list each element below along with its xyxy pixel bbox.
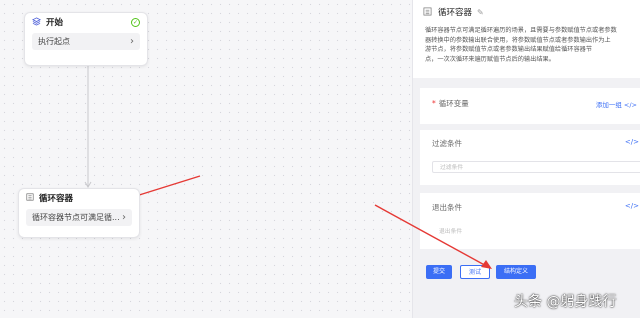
- annotation-arrow-right: [374, 204, 491, 269]
- watermark: 头条 @躬身践行: [514, 294, 617, 310]
- annotation-overlay: [374, 204, 492, 269]
